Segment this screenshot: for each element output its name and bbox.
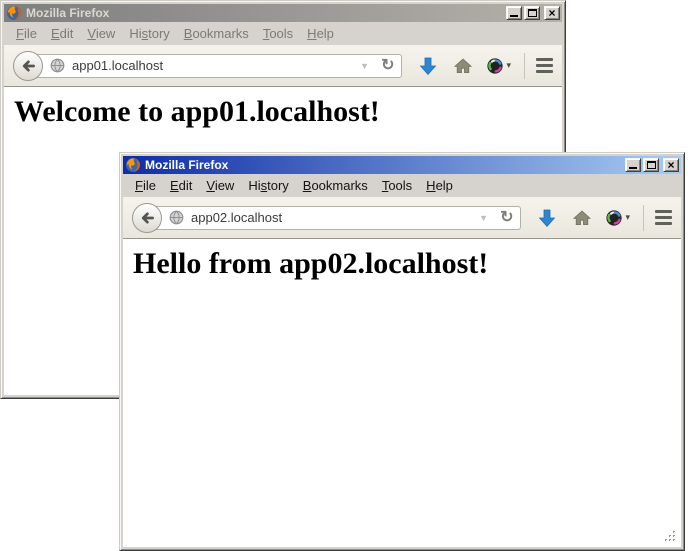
close-button[interactable]: × bbox=[544, 6, 560, 20]
menu-file[interactable]: File bbox=[128, 176, 163, 195]
firefox-icon[interactable] bbox=[125, 157, 141, 173]
back-arrow-icon bbox=[139, 210, 155, 226]
toolbar-separator bbox=[643, 205, 644, 231]
home-icon bbox=[573, 210, 591, 226]
url-bar[interactable]: app02.localhost ▼ ↻ bbox=[147, 206, 521, 230]
maximize-button[interactable] bbox=[524, 6, 540, 20]
menu-edit[interactable]: Edit bbox=[163, 176, 199, 195]
close-icon: × bbox=[548, 8, 555, 18]
menu-bar: File Edit View History Bookmarks Tools H… bbox=[4, 22, 562, 45]
menu-history[interactable]: History bbox=[122, 24, 176, 43]
menu-hamburger-button[interactable] bbox=[655, 210, 672, 225]
firefox-window-app02: Mozilla Firefox × File Edit View History… bbox=[119, 152, 685, 551]
maximize-button[interactable] bbox=[643, 158, 659, 172]
home-button[interactable] bbox=[454, 58, 472, 74]
maximize-icon bbox=[528, 9, 537, 17]
menu-help[interactable]: Help bbox=[300, 24, 341, 43]
minimize-icon bbox=[510, 15, 518, 17]
url-dropdown-icon[interactable]: ▼ bbox=[479, 213, 488, 223]
page-content: Hello from app02.localhost! bbox=[123, 239, 681, 547]
minimize-button[interactable] bbox=[506, 6, 522, 20]
window-title: Mozilla Firefox bbox=[26, 6, 506, 20]
minimize-icon bbox=[629, 167, 637, 169]
search-caret-icon: ▾ bbox=[625, 212, 630, 223]
home-button[interactable] bbox=[573, 210, 591, 226]
url-input[interactable]: app02.localhost bbox=[191, 210, 479, 225]
menu-bookmarks[interactable]: Bookmarks bbox=[177, 24, 256, 43]
search-caret-icon: ▾ bbox=[506, 60, 511, 71]
menu-view[interactable]: View bbox=[80, 24, 122, 43]
menu-edit[interactable]: Edit bbox=[44, 24, 80, 43]
title-bar[interactable]: Mozilla Firefox × bbox=[123, 156, 681, 174]
site-identity-globe-icon[interactable] bbox=[169, 210, 184, 225]
title-bar[interactable]: Mozilla Firefox × bbox=[4, 4, 562, 22]
back-button[interactable] bbox=[13, 51, 43, 81]
menu-bar: File Edit View History Bookmarks Tools H… bbox=[123, 174, 681, 197]
close-button[interactable]: × bbox=[663, 158, 679, 172]
back-arrow-icon bbox=[20, 58, 36, 74]
menu-view[interactable]: View bbox=[199, 176, 241, 195]
firefox-icon[interactable] bbox=[6, 5, 22, 21]
maximize-icon bbox=[647, 161, 656, 169]
home-icon bbox=[454, 58, 472, 74]
search-engine-icon bbox=[606, 210, 622, 226]
window-title: Mozilla Firefox bbox=[145, 158, 625, 172]
toolbar-separator bbox=[524, 53, 525, 79]
search-engine-button[interactable]: ▾ bbox=[487, 58, 511, 74]
close-icon: × bbox=[667, 160, 674, 170]
page-heading: Welcome to app01.localhost! bbox=[4, 87, 562, 129]
minimize-button[interactable] bbox=[625, 158, 641, 172]
menu-history[interactable]: History bbox=[241, 176, 295, 195]
downloads-button[interactable] bbox=[419, 57, 437, 75]
downloads-button[interactable] bbox=[538, 209, 556, 227]
navigation-toolbar: app01.localhost ▼ ↻ ▾ bbox=[4, 45, 562, 87]
menu-tools[interactable]: Tools bbox=[256, 24, 300, 43]
reload-icon[interactable]: ↻ bbox=[500, 210, 513, 226]
back-button[interactable] bbox=[132, 203, 162, 233]
menu-file[interactable]: File bbox=[9, 24, 44, 43]
url-bar[interactable]: app01.localhost ▼ ↻ bbox=[28, 54, 402, 78]
reload-icon[interactable]: ↻ bbox=[381, 58, 394, 74]
menu-tools[interactable]: Tools bbox=[375, 176, 419, 195]
url-dropdown-icon[interactable]: ▼ bbox=[360, 61, 369, 71]
url-input[interactable]: app01.localhost bbox=[72, 58, 360, 73]
site-identity-globe-icon[interactable] bbox=[50, 58, 65, 73]
menu-hamburger-button[interactable] bbox=[536, 58, 553, 73]
navigation-toolbar: app02.localhost ▼ ↻ ▾ bbox=[123, 197, 681, 239]
menu-bookmarks[interactable]: Bookmarks bbox=[296, 176, 375, 195]
desktop: Mozilla Firefox × File Edit View History… bbox=[0, 0, 688, 551]
search-engine-button[interactable]: ▾ bbox=[606, 210, 630, 226]
resize-grip[interactable] bbox=[664, 530, 677, 543]
search-engine-icon bbox=[487, 58, 503, 74]
page-heading: Hello from app02.localhost! bbox=[123, 239, 681, 281]
download-arrow-icon bbox=[419, 57, 437, 75]
window-controls: × bbox=[506, 6, 560, 20]
menu-help[interactable]: Help bbox=[419, 176, 460, 195]
download-arrow-icon bbox=[538, 209, 556, 227]
window-controls: × bbox=[625, 158, 679, 172]
